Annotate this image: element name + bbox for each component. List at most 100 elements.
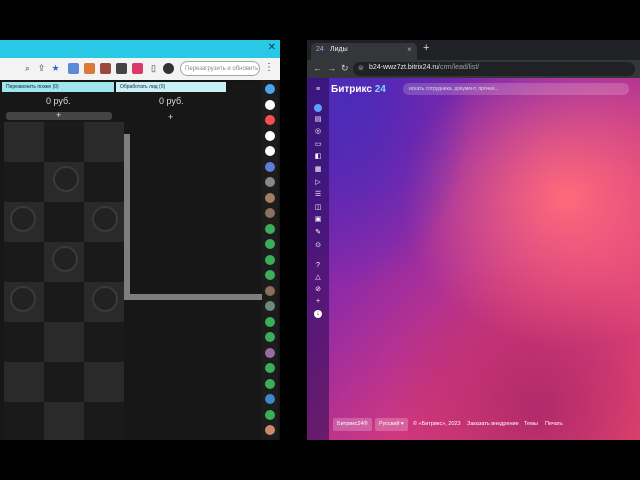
left-browser-window: ✕ ⌕ ⇪ ★ ▯ Перезагрузить и обновить ⋮ Пер… xyxy=(0,40,280,440)
edit-icon[interactable]: ✎ xyxy=(314,229,322,237)
tool-icon[interactable] xyxy=(116,63,127,74)
address-bar: ← → ↻ ⊜ b24-wwz7zt.bitrix24.ru /crm/lead… xyxy=(307,60,640,78)
user-avatar[interactable] xyxy=(265,223,275,234)
user-avatar[interactable] xyxy=(265,130,275,141)
right-browser-window: 24 Лиды × + ← → ↻ ⊜ b24-wwz7zt.bitrix24.… xyxy=(307,40,640,440)
column-header-callback[interactable]: Перезвонить позже (0) xyxy=(2,82,114,92)
user-avatar[interactable] xyxy=(265,409,275,420)
close-icon[interactable]: ✕ xyxy=(268,42,276,53)
user-avatar[interactable] xyxy=(265,99,275,110)
menu-icon[interactable]: ⋮ xyxy=(264,62,274,73)
checker-piece xyxy=(92,206,118,232)
new-tab-button[interactable]: + xyxy=(423,42,429,54)
shop-icon[interactable]: ▭ xyxy=(314,141,322,149)
user-avatar[interactable] xyxy=(265,177,275,187)
extension-icon[interactable] xyxy=(100,63,111,74)
user-avatar[interactable] xyxy=(265,208,275,218)
left-tab-strip: ✕ xyxy=(0,40,280,58)
column-sum: 0 руб. xyxy=(46,96,71,106)
checker-piece xyxy=(92,286,118,312)
user-avatar[interactable] xyxy=(265,146,275,156)
inventory-icon[interactable]: ▦ xyxy=(314,166,322,174)
user-avatar[interactable] xyxy=(265,239,275,249)
checker-piece xyxy=(10,206,36,232)
user-avatar[interactable] xyxy=(265,192,275,203)
user-avatar[interactable] xyxy=(265,270,275,280)
user-avatar[interactable] xyxy=(265,285,275,296)
checker-piece xyxy=(53,166,79,192)
crm-icon[interactable]: ◎ xyxy=(314,128,322,136)
checker-piece xyxy=(52,246,78,272)
bitrix24-brand-button[interactable]: Битрикс24® xyxy=(333,418,372,431)
calendar-icon[interactable]: ▣ xyxy=(314,216,322,224)
share-icon[interactable]: ⇪ xyxy=(36,63,47,74)
checker-piece xyxy=(10,286,36,312)
forward-icon[interactable]: → xyxy=(327,63,336,73)
logo-text: Битрикс xyxy=(331,84,372,95)
bitrix24-favicon-icon: 24 xyxy=(316,46,324,53)
contact-center-icon[interactable]: ☰ xyxy=(314,191,322,199)
reload-search-box[interactable]: Перезагрузить и обновить xyxy=(180,61,260,76)
right-rail-avatars xyxy=(262,80,278,440)
copyright: © «Битрикс», 2023 xyxy=(413,421,461,427)
add-icon[interactable]: + xyxy=(314,298,322,306)
site-info-icon[interactable]: ⊜ xyxy=(358,64,364,72)
search-input[interactable]: искать сотрудника, документ, прочее... xyxy=(403,83,629,95)
checkerboard-background xyxy=(4,122,124,440)
feed-icon[interactable] xyxy=(314,104,322,112)
user-avatar[interactable] xyxy=(265,115,275,125)
user-avatar[interactable] xyxy=(265,161,275,172)
user-avatar[interactable] xyxy=(265,363,275,373)
user-avatar[interactable] xyxy=(265,301,275,311)
alert-icon[interactable]: △ xyxy=(314,274,322,282)
user-avatar[interactable] xyxy=(265,425,275,435)
user-avatar[interactable] xyxy=(265,347,275,358)
order-implementation-link[interactable]: Заказать внедрение xyxy=(467,418,519,431)
user-avatar[interactable] xyxy=(265,394,275,404)
column-sum: 0 руб. xyxy=(159,96,184,106)
themes-link[interactable]: Темы xyxy=(524,418,538,431)
column-frame xyxy=(124,134,264,300)
robots-icon[interactable]: ◫ xyxy=(314,204,322,212)
tasks-icon[interactable]: ▤ xyxy=(314,116,322,124)
user-avatar[interactable] xyxy=(265,84,275,94)
add-deal-button[interactable]: + xyxy=(168,112,173,122)
plus-icon: + xyxy=(56,110,62,120)
add-deal-button[interactable]: + xyxy=(6,110,112,120)
settings-icon[interactable]: ⊙ xyxy=(314,242,322,250)
close-tab-icon[interactable]: × xyxy=(407,45,412,54)
user-avatar[interactable] xyxy=(265,332,275,342)
url-path: /crm/lead/list/ xyxy=(438,64,480,71)
print-link[interactable]: Печать xyxy=(545,418,563,431)
user-avatar[interactable] xyxy=(265,378,275,389)
url-host: b24-wwz7zt.bitrix24.ru xyxy=(369,64,439,71)
url-field[interactable]: ⊜ b24-wwz7zt.bitrix24.ru /crm/lead/list/ xyxy=(353,62,635,76)
logo-24: 24 xyxy=(374,84,386,95)
apps-icon[interactable]: ⊘ xyxy=(314,286,322,294)
kanban-board: Перезвонить позже (0) Обработать лид (0)… xyxy=(0,82,264,440)
image-icon[interactable] xyxy=(68,63,79,74)
tab-bar: 24 Лиды × + xyxy=(307,40,640,60)
left-toolbar: ⌕ ⇪ ★ ▯ Перезагрузить и обновить ⋮ xyxy=(0,58,280,80)
bookmark-icon[interactable] xyxy=(84,63,95,74)
column-header-process-lead[interactable]: Обработать лид (0) xyxy=(116,82,226,92)
back-icon[interactable]: ← xyxy=(313,63,322,73)
tab-leads[interactable]: 24 Лиды × xyxy=(311,43,417,60)
bitrix24-page: ≡ ▤ ◎ ▭ ◧ ▦ ▷ ☰ ◫ ▣ ✎ ⊙ ? △ ⊘ + ↓ Битрик… xyxy=(307,78,640,440)
search-icon[interactable]: ⌕ xyxy=(22,63,33,74)
language-select[interactable]: Русский ▾ xyxy=(375,418,408,431)
profile-icon[interactable] xyxy=(163,63,174,74)
split-icon[interactable]: ▯ xyxy=(148,63,159,74)
menu-icon[interactable]: ≡ xyxy=(314,86,322,94)
help-icon[interactable]: ? xyxy=(314,262,322,270)
automation-icon[interactable]: ▷ xyxy=(314,179,322,187)
collapse-icon[interactable]: ↓ xyxy=(314,310,322,318)
bitrix24-logo[interactable]: Битрикс 24 xyxy=(331,84,386,95)
reload-icon[interactable]: ↻ xyxy=(341,63,349,74)
sites-icon[interactable]: ◧ xyxy=(314,153,322,161)
tab-title: Лиды xyxy=(330,46,348,53)
puzzle-icon[interactable] xyxy=(132,63,143,74)
user-avatar[interactable] xyxy=(265,254,275,265)
star-icon[interactable]: ★ xyxy=(50,63,61,74)
user-avatar[interactable] xyxy=(265,316,275,327)
